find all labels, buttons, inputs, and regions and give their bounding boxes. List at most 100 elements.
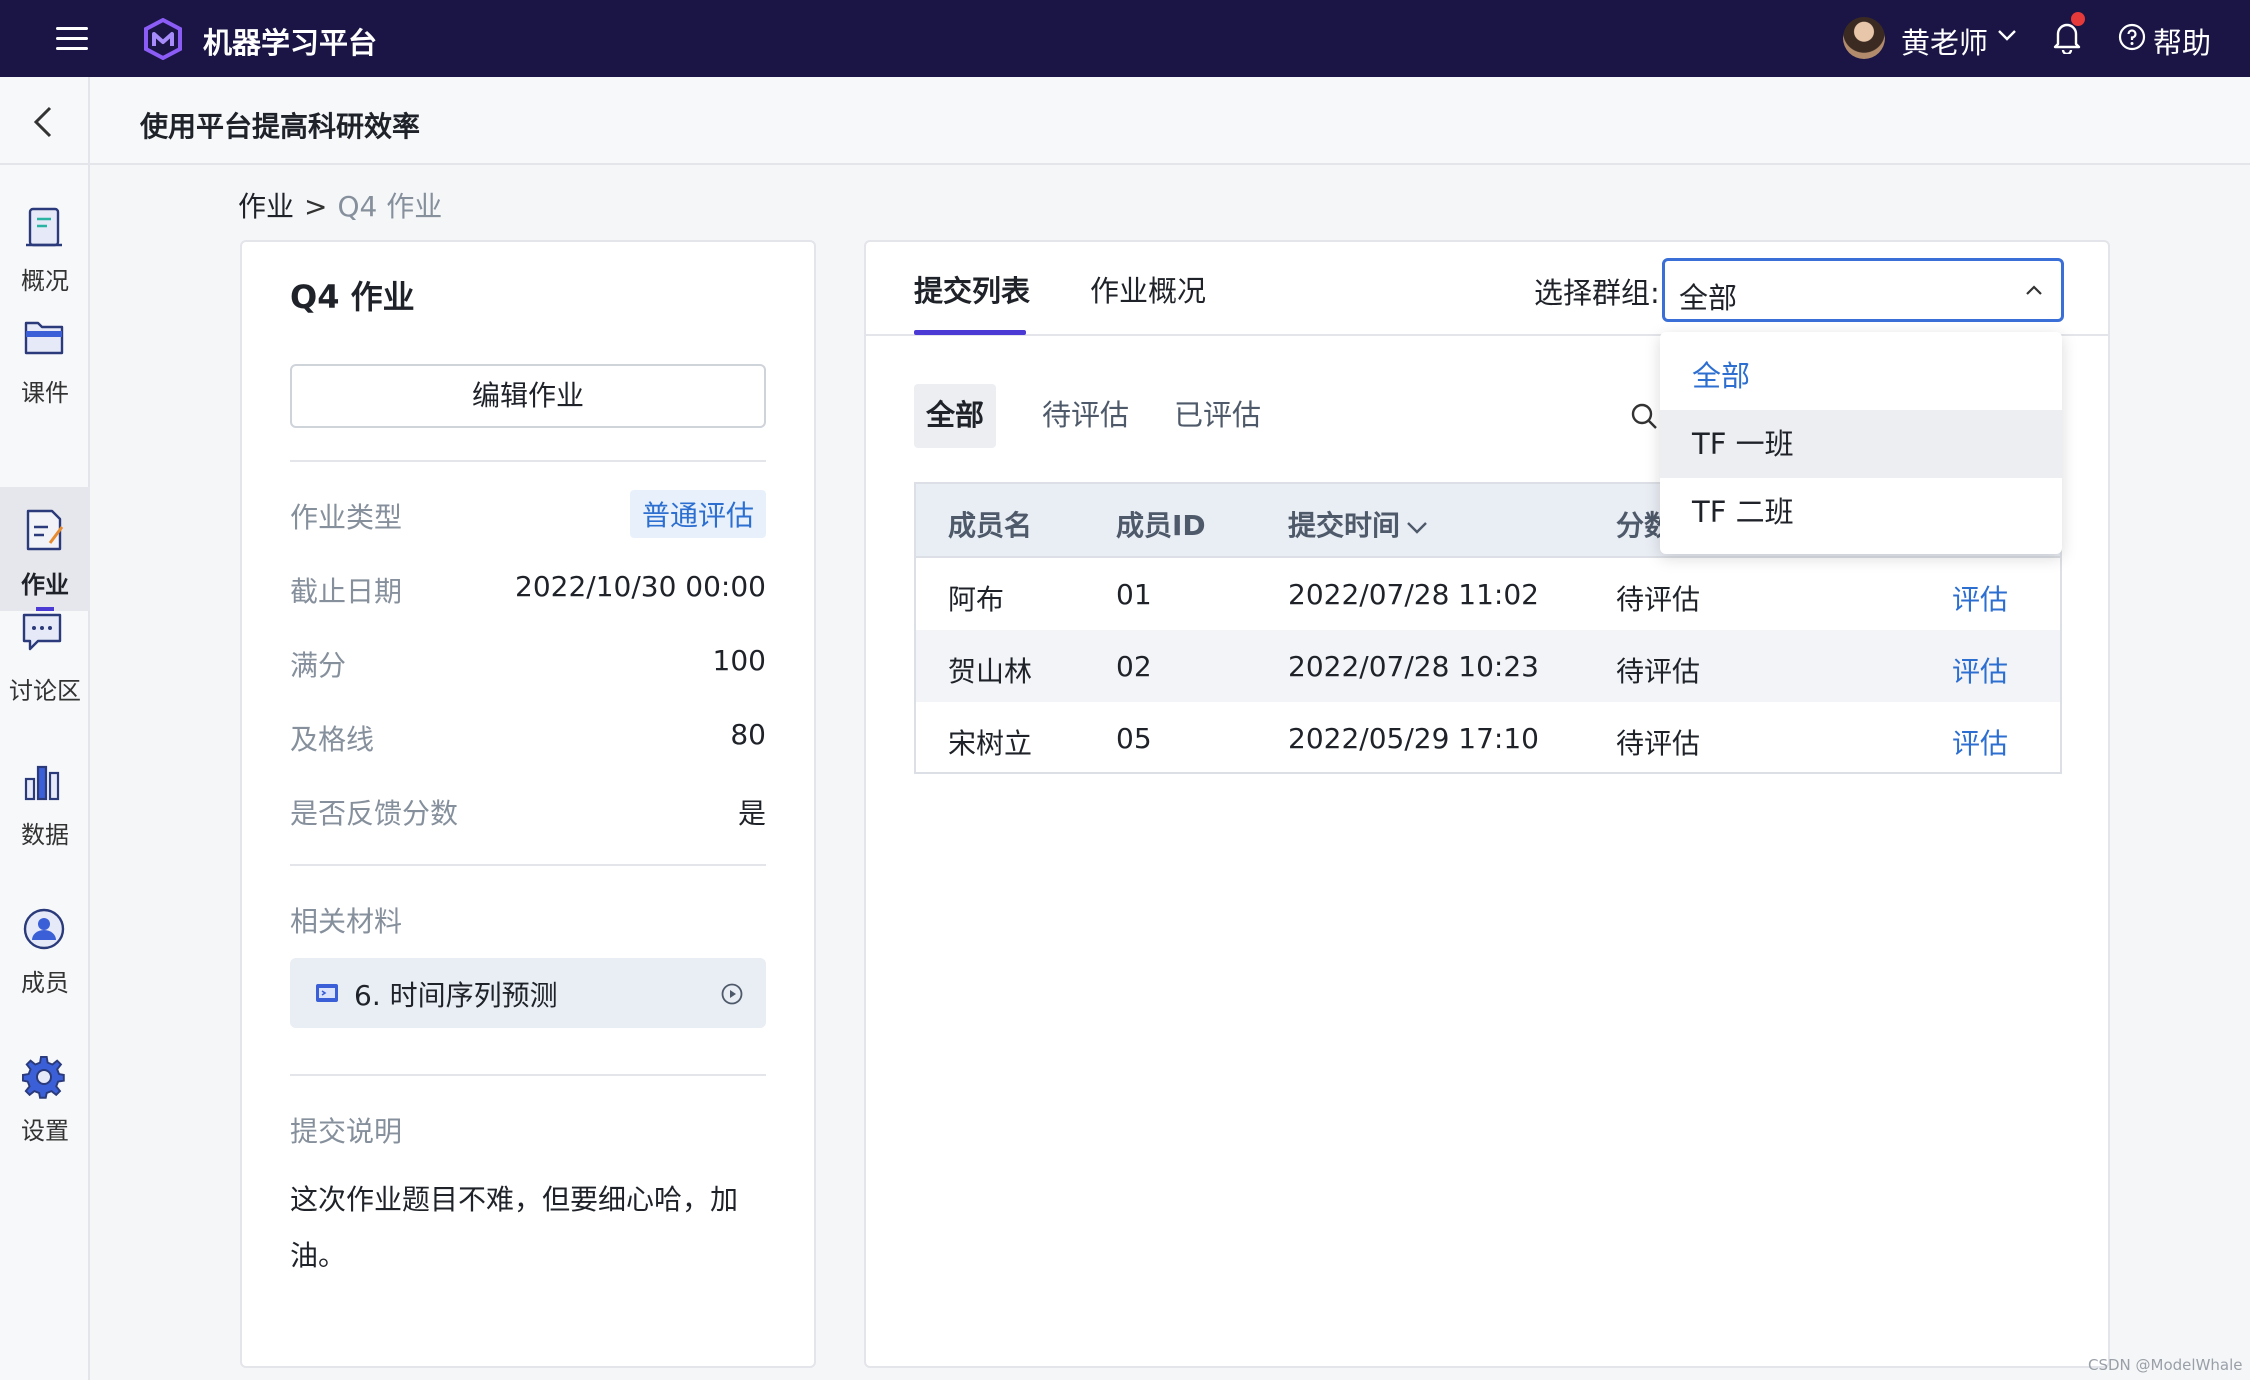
sidebar-item-data[interactable]: 数据 <box>0 759 90 883</box>
material-name: 6. 时间序列预测 <box>354 979 558 1012</box>
help-link[interactable]: 帮助 <box>2153 20 2211 62</box>
notebook-icon <box>316 984 338 1002</box>
sidebar-item-label: 数据 <box>21 821 69 849</box>
tabs-bar: 提交列表 作业概况 选择群组: 全部 <box>866 242 2108 336</box>
cell-status: 待评估 <box>1616 655 1701 688</box>
group-select-value: 全部 <box>1679 281 1738 315</box>
filter-all[interactable]: 全部 <box>914 384 997 448</box>
info-key: 满分 <box>290 649 347 682</box>
search-icon[interactable] <box>1630 402 1660 432</box>
tab-assignment-overview[interactable]: 作业概况 <box>1090 268 1206 310</box>
sidebar-item-overview[interactable]: 概况 <box>0 165 90 295</box>
chevron-up-icon <box>2026 285 2042 295</box>
info-row-feedback: 是否反馈分数 是 <box>290 792 766 832</box>
help-icon[interactable] <box>2118 23 2146 51</box>
cell-name: 阿布 <box>948 583 1005 616</box>
assignment-info-card: Q4 作业 编辑作业 作业类型 普通评估 截止日期 2022/10/30 00:… <box>240 240 816 1368</box>
members-icon <box>23 908 65 950</box>
discussion-icon <box>22 613 62 651</box>
cell-id: 05 <box>1116 722 1152 755</box>
info-row-deadline: 截止日期 2022/10/30 00:00 <box>290 570 766 610</box>
cell-status: 待评估 <box>1616 583 1701 616</box>
evaluate-link[interactable]: 评估 <box>1952 578 2008 618</box>
app-title: 机器学习平台 <box>203 26 378 60</box>
column-header-name: 成员名 <box>948 509 1033 542</box>
table-row: 宋树立 05 2022/05/29 17:10 待评估 评估 <box>916 702 2060 774</box>
cell-time: 2022/07/28 10:23 <box>1288 650 1539 683</box>
info-row-type: 作业类型 普通评估 <box>290 490 766 538</box>
sidebar-item-discussion[interactable]: 讨论区 <box>0 611 90 735</box>
divider <box>290 460 766 462</box>
page-title: 使用平台提高科研效率 <box>140 110 421 143</box>
material-item[interactable]: 6. 时间序列预测 <box>290 958 766 1028</box>
sidebar-item-members[interactable]: 成员 <box>0 907 90 1031</box>
filter-evaluated[interactable]: 已评估 <box>1162 384 1273 448</box>
data-icon <box>24 765 60 801</box>
cell-name: 宋树立 <box>948 727 1033 760</box>
play-icon[interactable] <box>720 982 744 1006</box>
submission-notes-label: 提交说明 <box>290 1115 403 1148</box>
info-value: 是 <box>737 797 766 830</box>
cell-time: 2022/07/28 11:02 <box>1288 578 1539 611</box>
column-header-time-label: 提交时间 <box>1288 509 1401 542</box>
sidebar-item-label: 讨论区 <box>9 677 81 705</box>
table-row: 阿布 01 2022/07/28 11:02 待评估 评估 <box>916 558 2060 630</box>
info-key: 作业类型 <box>290 501 403 534</box>
filter-pending[interactable]: 待评估 <box>1030 384 1141 448</box>
chevron-down-icon <box>1407 522 1427 534</box>
info-value: 2022/10/30 00:00 <box>515 570 766 603</box>
info-row-pass-line: 及格线 80 <box>290 718 766 758</box>
breadcrumb-root[interactable]: 作业 <box>238 190 294 223</box>
user-name[interactable]: 黄老师 <box>1901 20 1988 62</box>
cell-id: 02 <box>1116 650 1152 683</box>
breadcrumb: 作业 > Q4 作业 <box>238 185 442 225</box>
sidebar: 概况 课件 作业 讨论区 数据 成员 设置 <box>0 165 90 1380</box>
cell-id: 01 <box>1116 578 1152 611</box>
assignment-title: Q4 作业 <box>290 278 415 316</box>
info-value: 100 <box>712 644 766 677</box>
sidebar-item-label: 课件 <box>21 379 69 407</box>
column-header-time[interactable]: 提交时间 <box>1288 504 1428 544</box>
group-select[interactable]: 全部 <box>1662 258 2064 322</box>
divider <box>290 1074 766 1076</box>
breadcrumb-separator: > <box>304 190 328 223</box>
top-bar: 机器学习平台 黄老师 帮助 <box>0 0 2250 77</box>
sidebar-item-label: 设置 <box>21 1117 69 1145</box>
menu-icon[interactable] <box>56 25 90 53</box>
sidebar-item-assignment[interactable]: 作业 <box>0 487 90 611</box>
info-row-full-score: 满分 100 <box>290 644 766 684</box>
overview-icon <box>26 207 62 247</box>
sidebar-item-settings[interactable]: 设置 <box>0 1055 90 1179</box>
dropdown-option-tf-class-1[interactable]: TF 一班 <box>1660 410 2062 478</box>
group-select-label: 选择群组: <box>1534 276 1660 310</box>
watermark: CSDN @ModelWhale <box>2088 1356 2243 1374</box>
dropdown-option-tf-class-2[interactable]: TF 二班 <box>1660 478 2062 546</box>
info-key: 是否反馈分数 <box>290 797 459 830</box>
tab-submission-list[interactable]: 提交列表 <box>914 268 1030 310</box>
cell-status: 待评估 <box>1616 727 1701 760</box>
active-tab-underline <box>914 330 1026 335</box>
avatar[interactable] <box>1843 17 1885 59</box>
assignment-icon <box>26 509 64 551</box>
cell-time: 2022/05/29 17:10 <box>1288 722 1539 755</box>
divider <box>290 864 766 866</box>
breadcrumb-current: Q4 作业 <box>337 190 443 223</box>
evaluate-link[interactable]: 评估 <box>1952 722 2008 762</box>
assignment-type-tag: 普通评估 <box>629 490 766 538</box>
materials-label: 相关材料 <box>290 905 403 938</box>
info-key: 截止日期 <box>290 575 403 608</box>
cell-name: 贺山林 <box>948 655 1033 688</box>
dropdown-option-all[interactable]: 全部 <box>1660 342 2062 410</box>
settings-icon <box>22 1055 65 1099</box>
info-value: 80 <box>730 718 766 751</box>
notification-dot <box>2071 12 2085 26</box>
group-dropdown-menu: 全部 TF 一班 TF 二班 <box>1660 332 2062 554</box>
table-row: 贺山林 02 2022/07/28 10:23 待评估 评估 <box>916 630 2060 702</box>
chevron-down-icon[interactable] <box>1996 24 2018 46</box>
edit-assignment-button[interactable]: 编辑作业 <box>290 364 766 428</box>
column-header-id: 成员ID <box>1116 509 1206 542</box>
back-button[interactable] <box>0 77 90 165</box>
sidebar-item-courseware[interactable]: 课件 <box>0 289 90 413</box>
evaluate-link[interactable]: 评估 <box>1952 650 2008 690</box>
sub-header: 使用平台提高科研效率 <box>0 77 2250 165</box>
